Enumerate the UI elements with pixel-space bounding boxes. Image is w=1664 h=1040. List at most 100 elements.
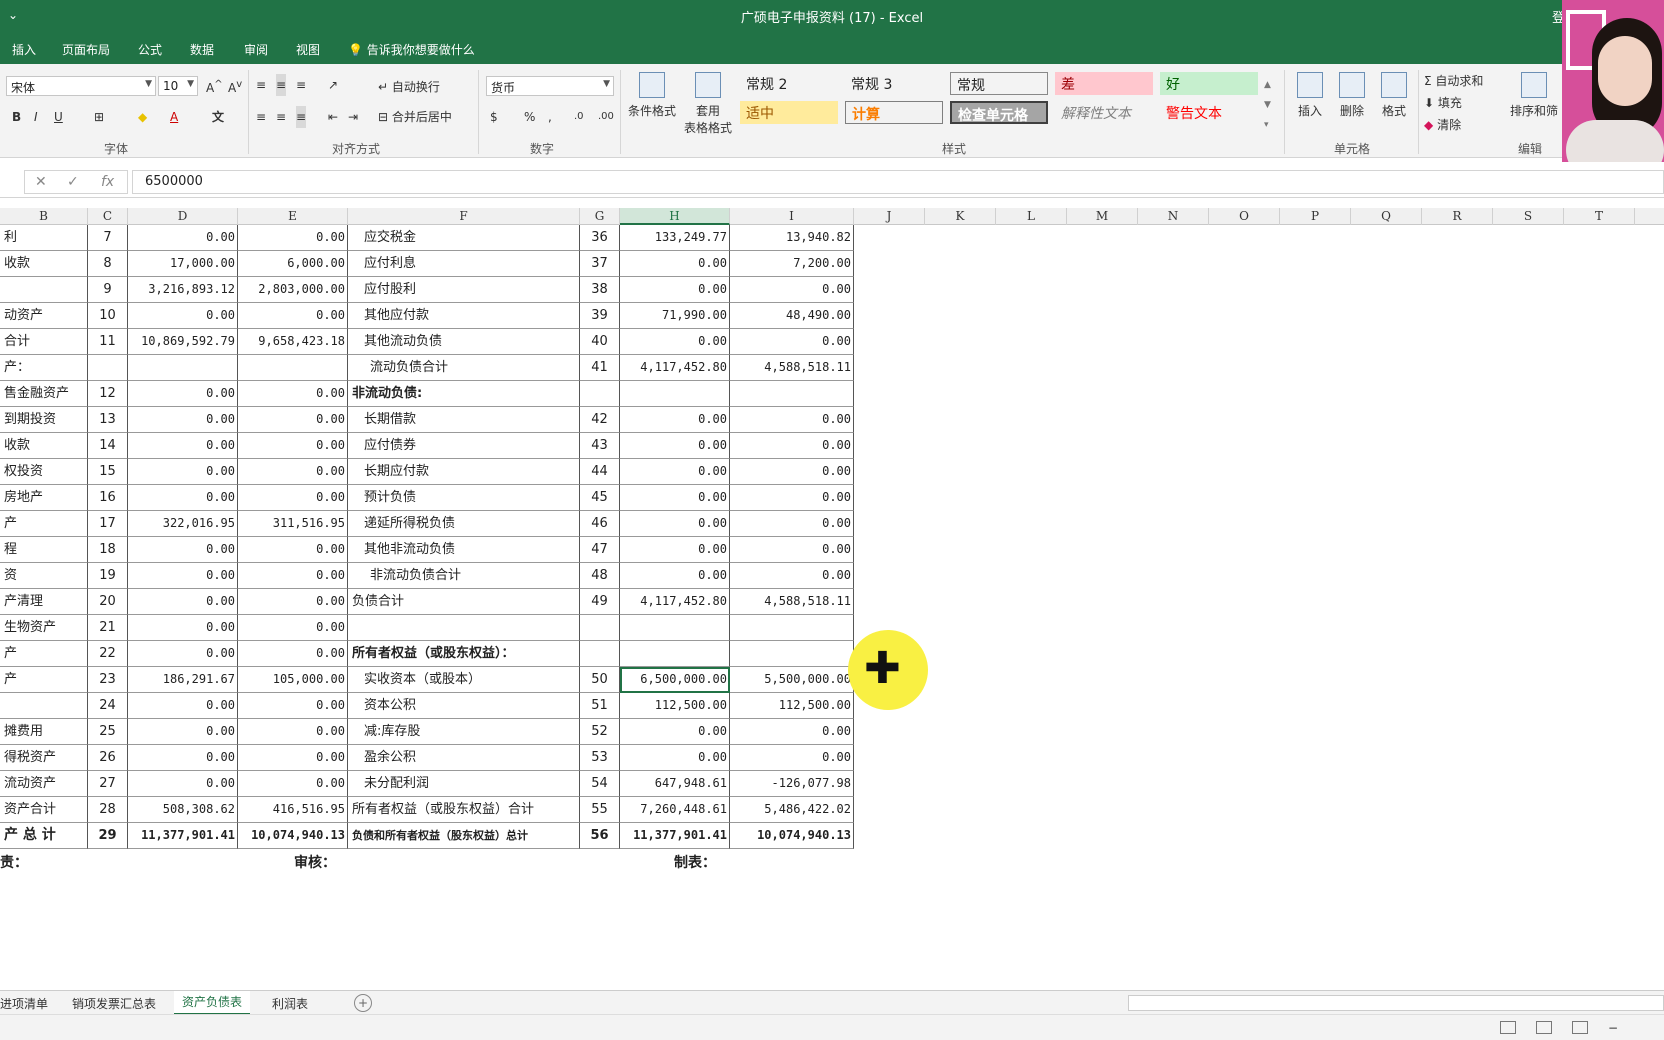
cell-f[interactable]: 长期借款	[348, 407, 580, 433]
cell-h[interactable]: 0.00	[620, 745, 730, 771]
cell-h[interactable]: 647,948.61	[620, 771, 730, 797]
cell-f[interactable]: 盈余公积	[348, 745, 580, 771]
cell-b[interactable]: 得税资产	[0, 745, 88, 771]
cell-f[interactable]: 实收资本（或股本）	[348, 667, 580, 693]
cell-c[interactable]: 28	[88, 797, 128, 823]
wrap-text-button[interactable]: ↵ 自动换行	[378, 76, 440, 98]
cell-f[interactable]: 应交税金	[348, 225, 580, 251]
cell-i[interactable]: 7,200.00	[730, 251, 854, 277]
cell-b[interactable]: 到期投资	[0, 407, 88, 433]
percent-icon[interactable]: %	[524, 106, 535, 128]
zoom-out-icon[interactable]: −	[1608, 1017, 1618, 1039]
cell-c[interactable]: 25	[88, 719, 128, 745]
cell-d[interactable]: 0.00	[128, 433, 238, 459]
cell-d[interactable]: 10,869,592.79	[128, 329, 238, 355]
column-header-r[interactable]: R	[1422, 208, 1493, 225]
cell-d[interactable]: 0.00	[128, 303, 238, 329]
merge-center-button[interactable]: ⊟ 合并后居中	[378, 106, 452, 128]
cell-f[interactable]: 长期应付款	[348, 459, 580, 485]
cell-i[interactable]: 0.00	[730, 563, 854, 589]
column-header-p[interactable]: P	[1280, 208, 1351, 225]
cell-i[interactable]: 4,588,518.11	[730, 355, 854, 381]
cell-i[interactable]	[730, 615, 854, 641]
cell-h[interactable]: 133,249.77	[620, 225, 730, 251]
cell-f[interactable]: 减:库存股	[348, 719, 580, 745]
align-top-icon[interactable]: ≡	[256, 74, 266, 96]
cell-g[interactable]: 39	[580, 303, 620, 329]
orientation-icon[interactable]: ↗	[328, 74, 338, 96]
cell-g[interactable]: 36	[580, 225, 620, 251]
cell-f[interactable]: 其他流动负债	[348, 329, 580, 355]
column-header-n[interactable]: N	[1138, 208, 1209, 225]
cell-e[interactable]: 0.00	[238, 381, 348, 407]
cell-d[interactable]: 0.00	[128, 641, 238, 667]
autosum-button[interactable]: Σ 自动求和	[1424, 70, 1483, 92]
cell-f[interactable]: 应付股利	[348, 277, 580, 303]
cell-e[interactable]: 105,000.00	[238, 667, 348, 693]
sort-filter-button[interactable]: 排序和筛	[1506, 72, 1562, 119]
cell-c[interactable]: 17	[88, 511, 128, 537]
decrease-indent-icon[interactable]: ⇤	[328, 106, 338, 128]
cell-b[interactable]: 合计	[0, 329, 88, 355]
cell-b[interactable]: 利	[0, 225, 88, 251]
column-header-o[interactable]: O	[1209, 208, 1280, 225]
cell-e[interactable]: 0.00	[238, 719, 348, 745]
cell-d[interactable]: 0.00	[128, 485, 238, 511]
cell-c[interactable]: 20	[88, 589, 128, 615]
style-normal-3[interactable]: 常规 3	[845, 72, 943, 95]
number-format-combo[interactable]: 货币 ▼	[486, 76, 614, 96]
cell-i[interactable]	[730, 381, 854, 407]
empty-cells-area[interactable]	[850, 225, 1664, 846]
cell-i[interactable]: 0.00	[730, 719, 854, 745]
column-header-k[interactable]: K	[925, 208, 996, 225]
cell-g[interactable]: 54	[580, 771, 620, 797]
cell-f[interactable]: 资本公积	[348, 693, 580, 719]
cell-g[interactable]: 44	[580, 459, 620, 485]
cell-d[interactable]: 0.00	[128, 537, 238, 563]
cell-e[interactable]: 0.00	[238, 589, 348, 615]
cell-f[interactable]: 非流动负债:	[348, 381, 580, 407]
cancel-icon[interactable]: ✕	[35, 174, 47, 190]
style-warning[interactable]: 警告文本	[1160, 101, 1258, 124]
cell-i[interactable]: 0.00	[730, 433, 854, 459]
cell-b[interactable]: 售金融资产	[0, 381, 88, 407]
cell-g[interactable]: 52	[580, 719, 620, 745]
styles-more-icon[interactable]: ▾	[1264, 114, 1269, 136]
tell-me-box[interactable]: 💡 告诉我你想要做什么	[348, 41, 475, 58]
style-normal[interactable]: 常规	[950, 72, 1048, 95]
cell-b[interactable]	[0, 693, 88, 719]
cell-f[interactable]: 其他应付款	[348, 303, 580, 329]
cell-f[interactable]: 应付债券	[348, 433, 580, 459]
cell-h[interactable]: 4,117,452.80	[620, 589, 730, 615]
cell-g[interactable]: 42	[580, 407, 620, 433]
cell-b[interactable]: 收款	[0, 433, 88, 459]
cell-b[interactable]: 资	[0, 563, 88, 589]
decrease-decimal-icon[interactable]: .00	[598, 106, 614, 128]
cell-h[interactable]: 0.00	[620, 537, 730, 563]
cell-d[interactable]: 17,000.00	[128, 251, 238, 277]
cell-e[interactable]: 0.00	[238, 485, 348, 511]
cell-c[interactable]: 21	[88, 615, 128, 641]
cell-b[interactable]: 摊费用	[0, 719, 88, 745]
cell-g[interactable]: 47	[580, 537, 620, 563]
cell-h[interactable]: 0.00	[620, 433, 730, 459]
grow-font-icon[interactable]: A^	[206, 74, 223, 96]
tab-formulas[interactable]: 公式	[138, 41, 162, 58]
border-icon[interactable]: ⊞	[94, 106, 104, 128]
cell-c[interactable]: 9	[88, 277, 128, 303]
cell-i[interactable]: 48,490.00	[730, 303, 854, 329]
style-calculation[interactable]: 计算	[845, 101, 943, 124]
formula-input[interactable]: 6500000	[132, 170, 1664, 194]
cell-d[interactable]: 186,291.67	[128, 667, 238, 693]
cell-c[interactable]: 27	[88, 771, 128, 797]
column-header-c[interactable]: C	[88, 208, 128, 225]
cell-b[interactable]: 动资产	[0, 303, 88, 329]
cell-h[interactable]: 0.00	[620, 563, 730, 589]
delete-cells-button[interactable]: 删除	[1332, 72, 1372, 119]
cell-b[interactable]: 程	[0, 537, 88, 563]
column-header-i[interactable]: I	[730, 208, 854, 225]
cell-i[interactable]: 10,074,940.13	[730, 823, 854, 849]
cell-f[interactable]: 递延所得税负债	[348, 511, 580, 537]
cell-i[interactable]: 0.00	[730, 485, 854, 511]
confirm-icon[interactable]: ✓	[67, 174, 79, 190]
